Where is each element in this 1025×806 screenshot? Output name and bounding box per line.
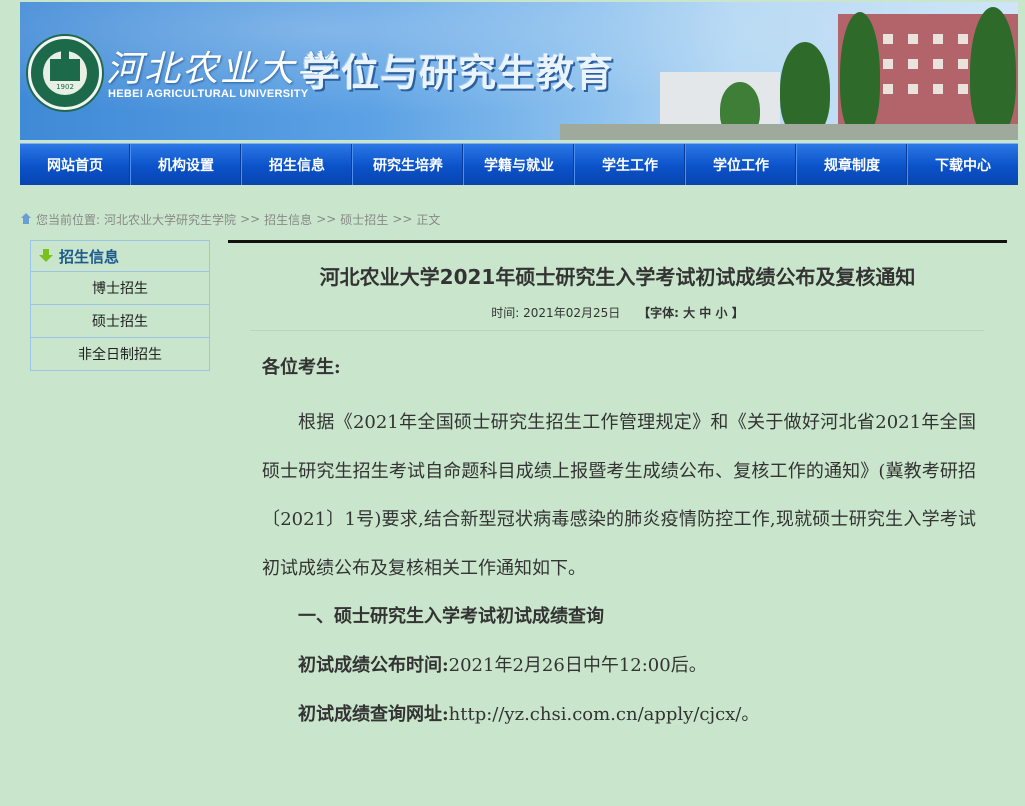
- breadcrumb-separator: >>: [392, 212, 413, 226]
- header-banner: 1902 河北农业大学 HEBEI AGRICULTURAL UNIVERSIT…: [20, 2, 1018, 140]
- breadcrumb-link-master-admissions[interactable]: 硕士招生: [340, 211, 388, 228]
- sidebar-item-master-admissions[interactable]: 硕士招生: [31, 305, 209, 338]
- divider: [250, 330, 984, 331]
- university-calligraphy-logo: 河北农业大学: [106, 49, 335, 90]
- font-medium-button[interactable]: 中: [699, 306, 711, 320]
- greeting: 各位考生:: [262, 357, 341, 378]
- home-icon: [20, 213, 32, 225]
- university-english-name: HEBEI AGRICULTURAL UNIVERSITY: [108, 88, 309, 100]
- arrow-down-icon: [39, 249, 53, 263]
- breadcrumb-separator: >>: [316, 212, 337, 226]
- sidebar-item-phd-admissions[interactable]: 博士招生: [31, 272, 209, 305]
- score-release-time: 初试成绩公布时间:2021年2月26日中午12:00后。: [262, 642, 976, 691]
- font-large-button[interactable]: 大: [683, 306, 695, 320]
- breadcrumb-separator: >>: [240, 212, 261, 226]
- article-title: 河北农业大学2021年硕士研究生入学考试初试成绩公布及复核通知: [319, 265, 916, 289]
- nav-item-admissions[interactable]: 招生信息: [242, 144, 353, 185]
- article-meta: 时间: 2021年02月25日 【字体: 大 中 小 】: [228, 304, 1007, 321]
- nav-item-degree-affairs[interactable]: 学位工作: [686, 144, 797, 185]
- section-heading: 一、硕士研究生入学考试初试成绩查询: [298, 606, 604, 628]
- sidebar-title: 招生信息: [59, 247, 120, 266]
- nav-item-downloads[interactable]: 下载中心: [908, 144, 1018, 185]
- publish-date: 2021年02月25日: [523, 306, 621, 320]
- article-panel: 河北农业大学2021年硕士研究生入学考试初试成绩公布及复核通知 时间: 2021…: [228, 240, 1007, 806]
- nav-item-status-employment[interactable]: 学籍与就业: [464, 144, 575, 185]
- article-body: 各位考生: 根据《2021年全国硕士研究生招生工作管理规定》和《关于做好河北省2…: [262, 353, 976, 739]
- paragraph-intro: 根据《2021年全国硕士研究生招生工作管理规定》和《关于做好河北省2021年全国…: [262, 412, 976, 579]
- logo-seal: 1902: [28, 36, 102, 110]
- font-small-button[interactable]: 小: [715, 306, 727, 320]
- banner-campus-photo: [560, 2, 1018, 140]
- score-query-url-label: 初试成绩查询网址:: [298, 703, 449, 725]
- font-size-controls: 【字体: 大 中 小 】: [638, 306, 744, 320]
- nav-item-regulations[interactable]: 规章制度: [797, 144, 908, 185]
- score-release-time-label: 初试成绩公布时间:: [298, 654, 449, 676]
- sidebar-item-part-time-admissions[interactable]: 非全日制招生: [31, 338, 209, 370]
- breadcrumb-current: 正文: [416, 212, 441, 227]
- nav-item-graduate-training[interactable]: 研究生培养: [353, 144, 464, 185]
- breadcrumb-link-school[interactable]: 河北农业大学研究生学院: [104, 211, 236, 228]
- nav-item-organization[interactable]: 机构设置: [131, 144, 242, 185]
- score-query-url-value[interactable]: http://yz.chsi.com.cn/apply/cjcx/。: [449, 704, 760, 725]
- font-label: 【字体:: [638, 306, 679, 320]
- nav-item-home[interactable]: 网站首页: [20, 144, 131, 185]
- breadcrumb-prefix: 您当前位置:: [36, 212, 101, 227]
- sidebar: 招生信息 博士招生 硕士招生 非全日制招生: [30, 240, 210, 371]
- sidebar-header: 招生信息: [31, 241, 209, 272]
- breadcrumb-link-admissions[interactable]: 招生信息: [264, 211, 312, 228]
- site-title: 学位与研究生教育: [302, 51, 615, 95]
- nav-item-student-affairs[interactable]: 学生工作: [575, 144, 686, 185]
- font-label-close: 】: [731, 306, 744, 320]
- main-nav: 网站首页 机构设置 招生信息 研究生培养 学籍与就业 学生工作 学位工作 规章制…: [20, 143, 1018, 185]
- time-label: 时间:: [491, 306, 520, 320]
- score-release-time-value: 2021年2月26日中午12:00后。: [448, 654, 707, 676]
- breadcrumb: 您当前位置: 河北农业大学研究生学院 >> 招生信息 >> 硕士招生 >> 正文: [20, 210, 440, 228]
- score-query-url: 初试成绩查询网址:http://yz.chsi.com.cn/apply/cjc…: [262, 691, 976, 740]
